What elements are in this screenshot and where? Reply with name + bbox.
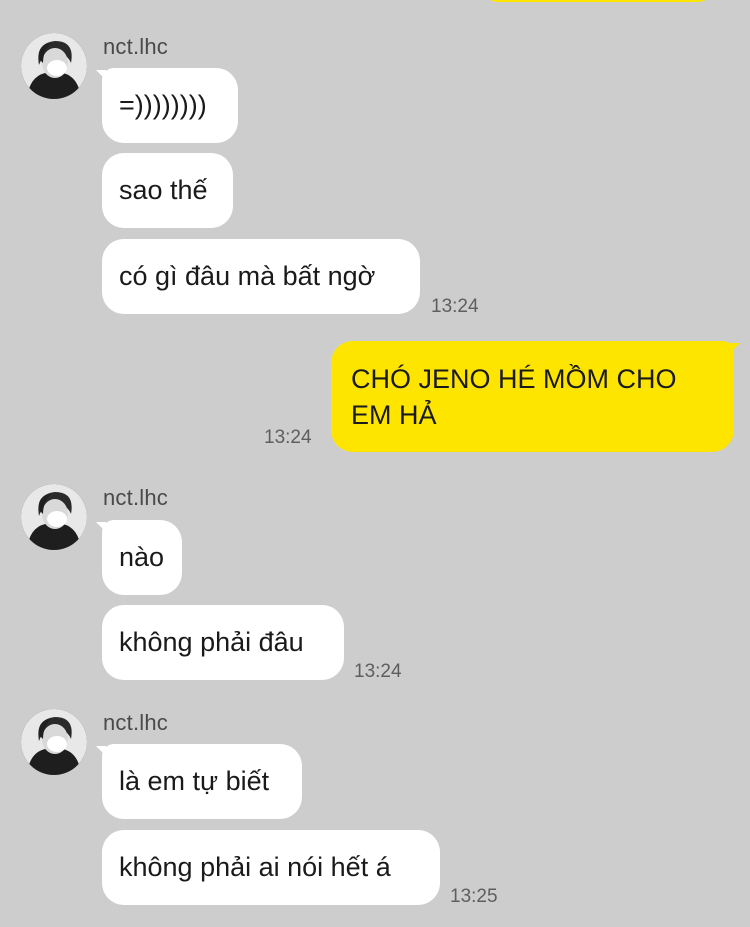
message-bubble[interactable]: =)))))))) bbox=[102, 68, 238, 143]
message-timestamp: 13:24 bbox=[264, 427, 312, 448]
message-timestamp: 13:25 bbox=[450, 886, 498, 907]
previous-outgoing-bubble bbox=[482, 0, 714, 2]
message-text: là em tự biết bbox=[119, 766, 270, 796]
sender-name: nct.lhc bbox=[103, 710, 168, 735]
message-bubble[interactable]: không phải đâu bbox=[102, 605, 344, 680]
message-bubble[interactable]: không phải ai nói hết á bbox=[102, 830, 440, 905]
outgoing-message-bubble[interactable]: CHÓ JENO HÉ MỒM CHO EM HẢ bbox=[331, 341, 734, 452]
avatar-photo-icon bbox=[21, 709, 87, 775]
outgoing-bubble-tail bbox=[730, 343, 740, 353]
message-text: nào bbox=[119, 542, 165, 572]
message-bubble[interactable]: có gì đâu mà bất ngờ bbox=[102, 239, 420, 314]
message-bubble[interactable]: nào bbox=[102, 520, 182, 595]
sender-avatar[interactable] bbox=[21, 709, 87, 775]
sender-name: nct.lhc bbox=[103, 34, 168, 59]
message-text: có gì đâu mà bất ngờ bbox=[119, 261, 376, 291]
message-text: không phải đâu bbox=[119, 627, 304, 657]
message-text: CHÓ JENO HÉ MỒM CHO EM HẢ bbox=[351, 364, 677, 430]
message-bubble[interactable]: sao thế bbox=[102, 153, 233, 228]
sender-avatar[interactable] bbox=[21, 33, 87, 99]
sender-avatar[interactable] bbox=[21, 484, 87, 550]
message-timestamp: 13:24 bbox=[431, 296, 479, 317]
message-text: =)))))))) bbox=[119, 90, 207, 120]
message-text: sao thế bbox=[119, 175, 208, 205]
message-bubble[interactable]: là em tự biết bbox=[102, 744, 302, 819]
message-text: không phải ai nói hết á bbox=[119, 852, 391, 882]
avatar-photo-icon bbox=[21, 484, 87, 550]
avatar-photo-icon bbox=[21, 33, 87, 99]
sender-name: nct.lhc bbox=[103, 485, 168, 510]
message-timestamp: 13:24 bbox=[354, 661, 402, 682]
